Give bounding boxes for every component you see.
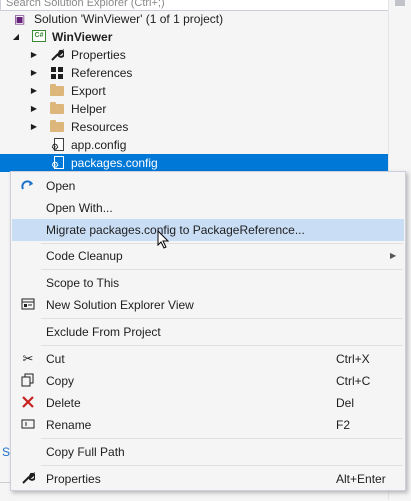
menu-item-cut[interactable]: ✂ Cut Ctrl+X bbox=[12, 348, 404, 370]
partial-link-text: S bbox=[2, 445, 11, 459]
menu-label: Properties bbox=[46, 472, 101, 486]
menu-item-rename[interactable]: Rename F2 bbox=[12, 414, 404, 436]
menu-separator bbox=[41, 318, 403, 319]
menu-separator bbox=[41, 438, 403, 439]
tree-item-label: app.config bbox=[71, 138, 127, 152]
tree-item-label: References bbox=[71, 66, 133, 80]
menu-item-copy-full-path[interactable]: Copy Full Path bbox=[12, 441, 404, 463]
menu-separator bbox=[41, 465, 403, 466]
solution-icon: ▣ bbox=[14, 12, 26, 26]
menu-separator bbox=[41, 269, 403, 270]
project-badge: C# bbox=[32, 30, 46, 42]
delete-x-icon bbox=[20, 395, 36, 411]
menu-label: Open bbox=[46, 179, 76, 193]
menu-item-code-cleanup[interactable]: Code Cleanup ▶ bbox=[12, 245, 404, 267]
menu-shortcut: Alt+Enter bbox=[336, 472, 386, 486]
menu-separator bbox=[41, 243, 403, 244]
menu-item-copy[interactable]: Copy Ctrl+C bbox=[12, 370, 404, 392]
menu-item-delete[interactable]: Delete Del bbox=[12, 392, 404, 414]
menu-item-exclude-from-project[interactable]: Exclude From Project bbox=[12, 321, 404, 343]
tree-item-export[interactable]: ▶ Export bbox=[0, 82, 388, 100]
menu-label: Copy bbox=[46, 374, 75, 388]
wrench-icon bbox=[20, 471, 36, 487]
menu-label: Code Cleanup bbox=[46, 249, 123, 263]
tree-item-label: packages.config bbox=[71, 156, 158, 170]
menu-label: Delete bbox=[46, 396, 81, 410]
menu-label: Rename bbox=[46, 418, 92, 432]
menu-item-new-solution-explorer-view[interactable]: New Solution Explorer View bbox=[12, 294, 404, 316]
menu-label: Cut bbox=[46, 352, 65, 366]
config-file-icon bbox=[51, 138, 68, 152]
collapsed-arrow-icon[interactable]: ▶ bbox=[30, 118, 38, 136]
folder-icon bbox=[50, 102, 64, 116]
tree-item-references[interactable]: ▶ References bbox=[0, 64, 388, 82]
references-icon bbox=[50, 66, 64, 80]
copy-icon bbox=[20, 373, 36, 389]
menu-label: New Solution Explorer View bbox=[46, 298, 194, 312]
rename-icon bbox=[20, 417, 36, 433]
tree-item-properties[interactable]: ▶ Properties bbox=[0, 46, 388, 64]
csharp-project-icon: C# bbox=[32, 30, 46, 44]
tree-project-row[interactable]: ◢ C# WinViewer bbox=[0, 28, 388, 46]
folder-icon bbox=[50, 84, 64, 98]
collapsed-arrow-icon[interactable]: ▶ bbox=[30, 100, 38, 118]
tree-item-resources[interactable]: ▶ Resources bbox=[0, 118, 388, 136]
new-view-icon bbox=[20, 297, 36, 313]
menu-shortcut: Del bbox=[336, 396, 355, 410]
mouse-pointer-icon bbox=[157, 230, 170, 249]
menu-shortcut: Ctrl+C bbox=[336, 374, 371, 388]
menu-shortcut: F2 bbox=[336, 418, 351, 432]
tree-solution-row[interactable]: ▣ Solution 'WinViewer' (1 of 1 project) bbox=[0, 10, 388, 28]
tree-item-label: Resources bbox=[71, 120, 129, 134]
menu-label: Exclude From Project bbox=[46, 325, 161, 339]
collapsed-arrow-icon[interactable]: ▶ bbox=[30, 46, 38, 64]
menu-label: Open With... bbox=[46, 201, 113, 215]
scissors-icon: ✂ bbox=[22, 351, 34, 366]
tree-item-app-config[interactable]: app.config bbox=[0, 136, 388, 154]
menu-item-migrate[interactable]: Migrate packages.config to PackageRefere… bbox=[12, 219, 404, 241]
tree-item-helper[interactable]: ▶ Helper bbox=[0, 100, 388, 118]
tree-item-label: Export bbox=[71, 84, 106, 98]
collapsed-arrow-icon[interactable]: ▶ bbox=[30, 64, 38, 82]
submenu-arrow-icon: ▶ bbox=[390, 251, 397, 260]
scrollbar-thumb[interactable] bbox=[395, 0, 405, 6]
context-menu: Open Open With... Migrate packages.confi… bbox=[10, 171, 406, 491]
expanded-arrow-icon[interactable]: ◢ bbox=[12, 28, 20, 46]
menu-item-open[interactable]: Open bbox=[12, 175, 404, 197]
menu-item-open-with[interactable]: Open With... bbox=[12, 197, 404, 219]
menu-label: Migrate packages.config to PackageRefere… bbox=[46, 223, 305, 237]
tree-item-packages-config[interactable]: packages.config bbox=[0, 154, 388, 172]
open-arrow-icon bbox=[20, 178, 36, 194]
tree-item-label: Helper bbox=[71, 102, 107, 116]
collapsed-arrow-icon[interactable]: ▶ bbox=[30, 82, 38, 100]
menu-item-scope-to-this[interactable]: Scope to This bbox=[12, 272, 404, 294]
wrench-icon bbox=[50, 48, 65, 62]
menu-separator bbox=[41, 345, 403, 346]
solution-label: Solution 'WinViewer' (1 of 1 project) bbox=[34, 12, 224, 26]
menu-label: Scope to This bbox=[46, 276, 120, 290]
config-file-icon bbox=[51, 156, 68, 170]
menu-item-properties[interactable]: Properties Alt+Enter bbox=[12, 468, 404, 490]
project-label: WinViewer bbox=[52, 30, 113, 44]
menu-shortcut: Ctrl+X bbox=[336, 352, 370, 366]
menu-label: Copy Full Path bbox=[46, 445, 125, 459]
tree-item-label: Properties bbox=[71, 48, 126, 62]
folder-icon bbox=[50, 120, 64, 134]
